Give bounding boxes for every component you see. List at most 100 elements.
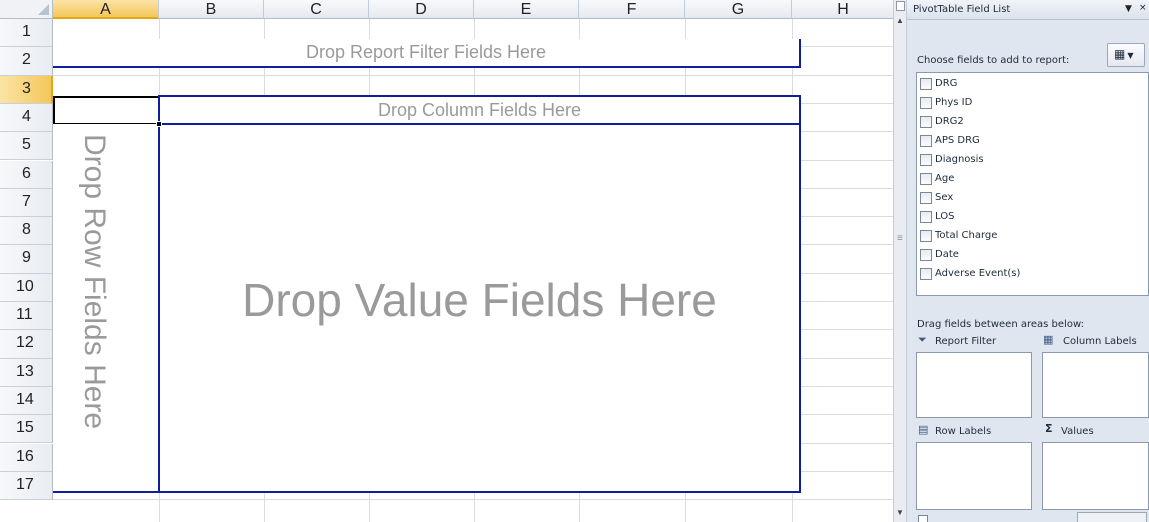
field-checkbox[interactable] [920,268,932,280]
field-item[interactable]: DRG [917,77,1148,96]
field-label: Date [935,249,959,260]
values-drop-zone[interactable]: Drop Value Fields Here [158,123,801,493]
row-grid-icon: ▤ [918,423,929,436]
column-header[interactable]: B [159,0,264,19]
pane-close-icon[interactable]: × [1139,3,1147,13]
column-header[interactable]: F [579,0,685,19]
field-item[interactable]: Total Charge [917,229,1148,248]
column-drop-zone[interactable]: Drop Column Fields Here [158,95,801,125]
column-header[interactable]: C [264,0,369,19]
field-checkbox[interactable] [920,154,932,166]
field-checkbox[interactable] [920,135,932,147]
report-filter-placeholder: Drop Report Filter Fields Here [305,42,547,62]
row-placeholder: Drop Row Fields Here [78,134,111,430]
pane-splitter[interactable]: ▲ ≡ ▼ [893,0,907,522]
drag-fields-label: Drag fields between areas below: [917,319,1084,330]
field-label: Diagnosis [935,154,984,165]
field-item[interactable]: Adverse Event(s) [917,267,1148,286]
gridline-horizontal [53,499,893,501]
row-drop-zone[interactable]: Drop Row Fields Here [53,124,160,493]
field-item[interactable]: Phys ID [917,96,1148,115]
field-item[interactable]: Date [917,248,1148,267]
field-checkbox[interactable] [920,116,932,128]
update-button[interactable] [1077,512,1147,522]
field-item[interactable]: APS DRG [917,134,1148,153]
row-header[interactable]: 3 [0,75,53,104]
choose-fields-label: Choose fields to add to report: [917,55,1070,66]
field-checkbox[interactable] [920,173,932,185]
scroll-up-arrow-icon[interactable]: ▲ [896,16,904,25]
field-item[interactable]: DRG2 [917,115,1148,134]
row-header[interactable]: 1 [0,19,53,48]
field-item[interactable]: Age [917,172,1148,191]
pane-title-bar: PivotTable Field List [907,0,1149,20]
field-label: DRG [935,78,958,89]
pane-menu-dropdown-icon[interactable]: ▼ [1125,4,1132,14]
sigma-icon: Σ [1045,422,1053,435]
report-filter-drop-zone[interactable]: Drop Report Filter Fields Here [53,39,801,68]
column-header[interactable]: D [369,0,474,19]
field-checkbox[interactable] [920,192,932,204]
layout-grid-icon: ▦ [1114,47,1126,61]
spreadsheet-grid[interactable]: ABCDEFGH 1 2 3 4 5 6 7 8 9 10 11 12 13 14 15 16 17 Drop … [0,0,893,522]
row-header[interactable]: 11 [0,302,53,331]
layout-options-button[interactable]: ▦ ▼ [1107,43,1145,67]
row-header[interactable]: 15 [0,415,53,444]
field-label: APS DRG [935,135,980,146]
grip-icon[interactable]: ≡ [897,234,903,244]
column-labels-area-label: Column Labels [1063,336,1137,347]
filter-icon: ⏷ [918,333,927,346]
row-header[interactable]: 12 [0,330,53,359]
scroll-down-arrow-icon[interactable]: ▼ [896,508,904,517]
field-item[interactable]: Diagnosis [917,153,1148,172]
select-all-corner[interactable] [0,0,53,19]
row-header[interactable]: 14 [0,386,53,416]
row-labels-area[interactable] [916,442,1032,510]
column-header[interactable]: H [792,0,893,19]
row-header[interactable]: 7 [0,188,53,218]
pivottable-field-list-pane: PivotTable Field List ▼ × Choose fields … [907,0,1149,522]
field-checkbox[interactable] [920,97,932,109]
field-label: Adverse Event(s) [935,268,1021,279]
active-cell-a3[interactable] [53,96,160,125]
column-grid-icon: ▦ [1043,333,1054,346]
fill-handle[interactable] [156,121,162,127]
field-checkbox[interactable] [920,211,932,223]
row-header[interactable]: 9 [0,245,53,274]
field-label: Age [935,173,955,184]
row-header[interactable]: 10 [0,273,53,302]
row-header[interactable]: 13 [0,358,53,387]
field-checkbox[interactable] [920,249,932,261]
values-placeholder: Drop Value Fields Here [242,274,717,326]
gridline-horizontal [53,74,893,76]
report-filter-area-label: Report Filter [935,336,997,347]
column-header[interactable]: E [474,0,579,19]
chevron-down-icon: ▼ [1127,51,1134,60]
row-header[interactable]: 5 [0,132,53,161]
column-labels-area[interactable] [1042,352,1149,418]
field-checkbox[interactable] [920,78,932,90]
report-filter-area[interactable] [916,352,1032,418]
column-header[interactable]: G [685,0,792,19]
row-header[interactable]: 17 [0,471,53,501]
row-header[interactable]: 2 [0,47,53,76]
field-checkbox[interactable] [920,230,932,242]
field-list: DRG Phys ID DRG2 APS DRG Diagnosis Age Sex LOS T… [916,72,1149,296]
split-box-icon[interactable] [896,1,905,11]
corner-triangle-icon [38,4,49,15]
field-item[interactable]: Sex [917,191,1148,210]
field-label: Total Charge [935,230,998,241]
row-labels-area-label: Row Labels [935,426,992,437]
field-label: Sex [935,192,954,203]
column-placeholder: Drop Column Fields Here [377,100,582,120]
row-header[interactable]: 4 [0,103,53,133]
defer-layout-update-checkbox[interactable] [918,515,928,522]
values-area[interactable] [1042,442,1149,510]
row-header[interactable]: 6 [0,160,53,189]
pane-title: PivotTable Field List [913,4,1011,15]
column-header[interactable]: A [53,0,159,19]
row-header[interactable]: 8 [0,217,53,246]
field-label: DRG2 [935,116,964,127]
row-header[interactable]: 16 [0,443,53,472]
field-item[interactable]: LOS [917,210,1148,229]
